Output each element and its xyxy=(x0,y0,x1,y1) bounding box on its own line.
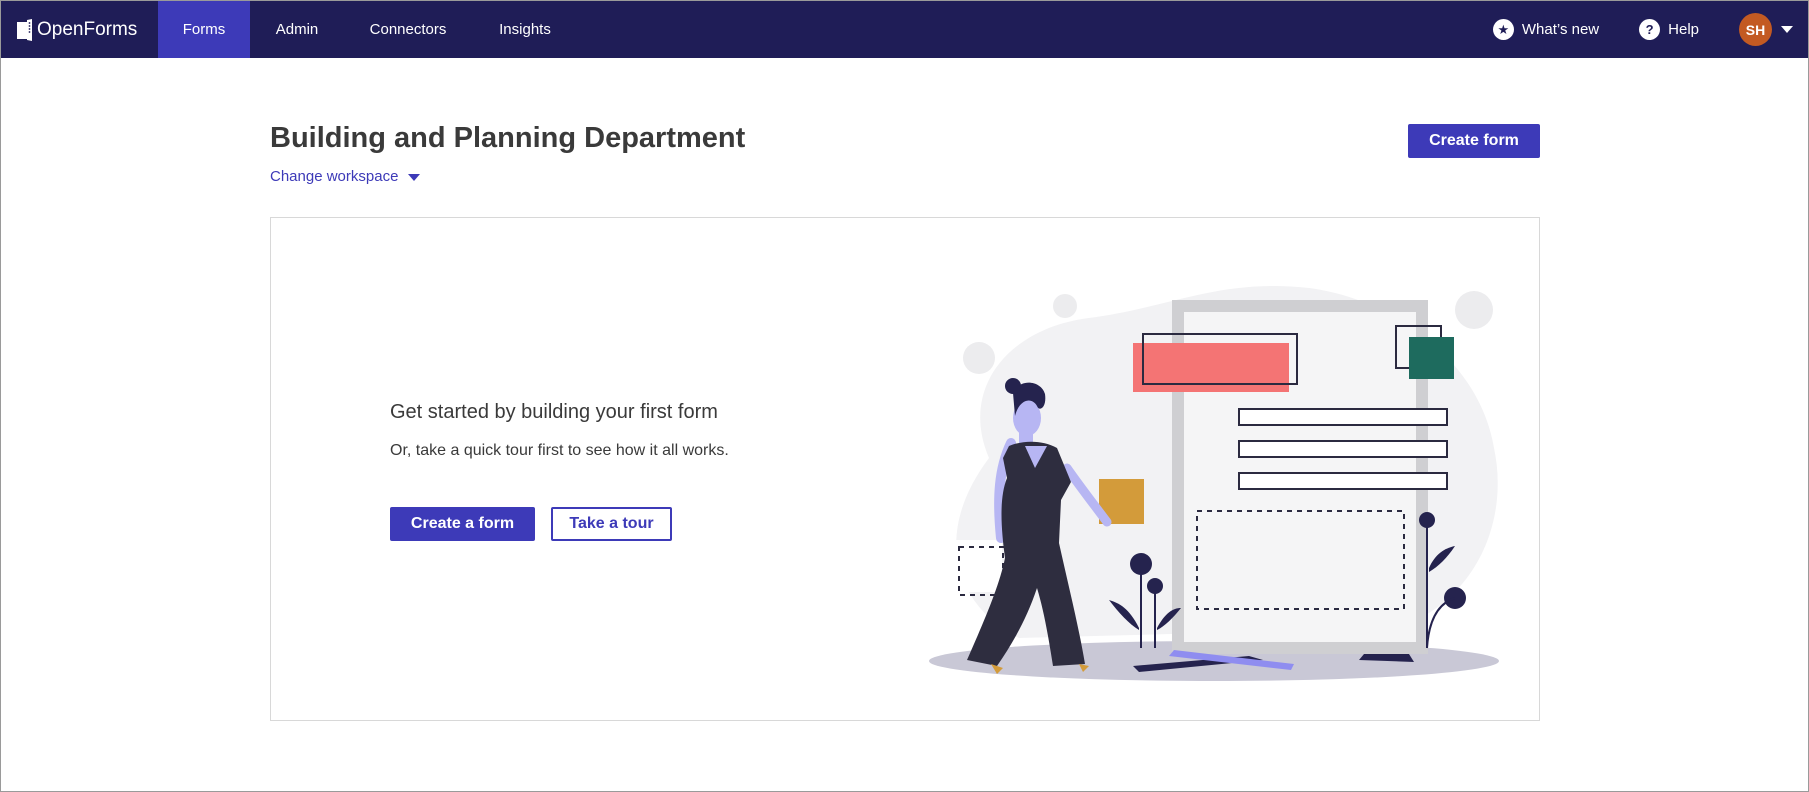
app-logo[interactable]: OpenForms xyxy=(17,1,137,58)
create-a-form-button[interactable]: Create a form xyxy=(390,507,535,541)
logo-text: OpenForms xyxy=(37,18,138,40)
change-workspace-label: Change workspace xyxy=(270,168,399,185)
page-title: Building and Planning Department xyxy=(270,122,746,154)
create-form-button[interactable]: Create form xyxy=(1408,124,1540,158)
question-icon: ? xyxy=(1639,19,1661,40)
account-menu[interactable]: SH xyxy=(1739,13,1793,46)
help-label: Help xyxy=(1668,21,1699,38)
empty-state-subheading: Or, take a quick tour first to see how i… xyxy=(390,442,729,459)
star-icon: ★ xyxy=(1492,19,1514,40)
change-workspace-dropdown[interactable]: Change workspace xyxy=(270,168,421,185)
empty-state-heading: Get started by building your first form xyxy=(390,401,718,423)
top-navbar: OpenForms Forms Admin Connectors Insight… xyxy=(1,1,1808,58)
openforms-logo-icon xyxy=(17,18,33,41)
nav-tab-label: Connectors xyxy=(369,21,447,38)
whats-new-link[interactable]: ★ What’s new xyxy=(1492,19,1600,40)
nav-tab-insights[interactable]: Insights xyxy=(472,1,578,58)
caret-down-icon xyxy=(408,174,421,181)
avatar: SH xyxy=(1739,13,1772,46)
whats-new-label: What’s new xyxy=(1521,21,1600,38)
nav-tab-label: Forms xyxy=(182,21,226,38)
nav-tab-admin[interactable]: Admin xyxy=(250,1,344,58)
help-link[interactable]: ? Help xyxy=(1639,19,1699,40)
nav-tab-label: Admin xyxy=(275,21,319,38)
empty-state-illustration xyxy=(919,268,1499,693)
take-a-tour-button[interactable]: Take a tour xyxy=(551,507,672,541)
nav-tab-connectors[interactable]: Connectors xyxy=(344,1,472,58)
nav-right-group: ★ What’s new ? Help SH xyxy=(1492,1,1808,58)
nav-tab-label: Insights xyxy=(499,21,551,38)
nav-tab-forms[interactable]: Forms xyxy=(158,1,250,58)
empty-state-card: Get started by building your first form … xyxy=(270,217,1540,721)
caret-down-icon xyxy=(1781,26,1793,33)
main-nav: Forms Admin Connectors Insights xyxy=(158,1,578,58)
